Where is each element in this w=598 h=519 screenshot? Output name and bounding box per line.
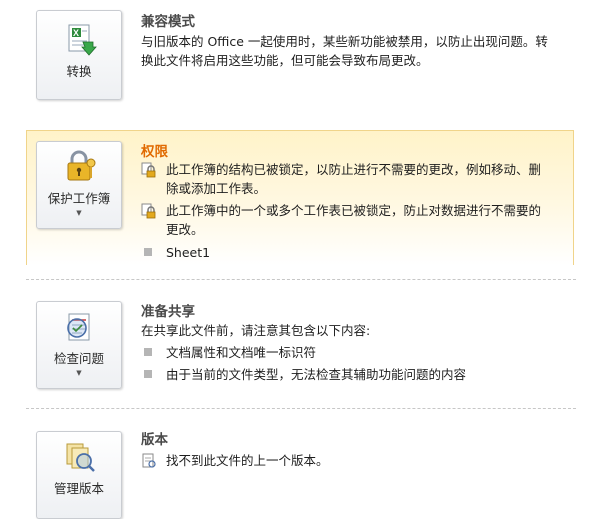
permission-item-structure: 此工作簿的结构已被锁定，以防止进行不需要的更改，例如移动、删 除或添加工作表。: [141, 159, 571, 203]
versions-item: 找不到此文件的上一个版本。: [141, 450, 571, 472]
square-bullet-icon: [144, 370, 152, 378]
square-bullet-icon: [144, 348, 152, 356]
manage-versions-button[interactable]: 管理版本: [36, 431, 122, 519]
prepare-item-text: 由于当前的文件类型，无法检查其辅助功能问题的内容: [166, 367, 467, 382]
section-divider: [26, 279, 576, 280]
compat-section: X 转换 兼容模式 与旧版本的 Office 一起使用时，某些新功能被禁用，以防…: [0, 0, 598, 110]
svg-text:X: X: [73, 28, 79, 38]
section-divider: [26, 408, 576, 409]
protect-workbook-button[interactable]: 保护工作簿 ▼: [36, 141, 122, 229]
protect-workbook-label: 保护工作簿: [47, 191, 111, 206]
locked-sheet-name: Sheet1: [166, 245, 211, 260]
prepare-title: 准备共享: [141, 304, 195, 320]
manage-versions-label: 管理版本: [53, 481, 104, 496]
check-issues-button[interactable]: 检查问题 ▼: [36, 301, 122, 389]
lock-key-icon: [67, 150, 96, 181]
chevron-down-icon: ▼: [76, 209, 82, 217]
prepare-item: 文档属性和文档唯一标识符: [141, 342, 571, 364]
permission-item-structure-line2: 除或添加工作表。: [166, 181, 267, 196]
check-issues-label: 检查问题: [53, 351, 104, 366]
permission-item-sheets: 此工作簿中的一个或多个工作表已被锁定，防止对数据进行不需要的 更改。: [141, 200, 571, 244]
permissions-title: 权限: [141, 144, 168, 160]
convert-button[interactable]: X 转换: [36, 10, 122, 100]
document-bullet-icon: [142, 453, 156, 468]
prepare-intro: 在共享此文件前，请注意其包含以下内容:: [141, 323, 371, 338]
convert-button-label: 转换: [66, 64, 92, 79]
lock-bullet-icon: [141, 162, 156, 178]
prepare-item: 由于当前的文件类型，无法检查其辅助功能问题的内容: [141, 364, 571, 386]
compat-line-2: 换此文件将启用这些功能，但可能会导致布局更改。: [141, 53, 429, 68]
square-bullet-icon: [144, 248, 152, 256]
manage-versions-icon: [66, 443, 95, 472]
lock-bullet-icon: [141, 203, 156, 219]
versions-title: 版本: [141, 432, 168, 448]
versions-item-text: 找不到此文件的上一个版本。: [166, 453, 329, 468]
compat-title: 兼容模式: [141, 14, 195, 30]
excel-convert-icon: X: [68, 24, 97, 56]
permission-item-sheets-line2: 更改。: [166, 222, 204, 237]
prepare-item-text: 文档属性和文档唯一标识符: [166, 345, 317, 360]
inspect-document-icon: [67, 313, 90, 341]
locked-sheet-item: Sheet1: [141, 242, 571, 264]
chevron-down-icon: ▼: [76, 369, 82, 377]
